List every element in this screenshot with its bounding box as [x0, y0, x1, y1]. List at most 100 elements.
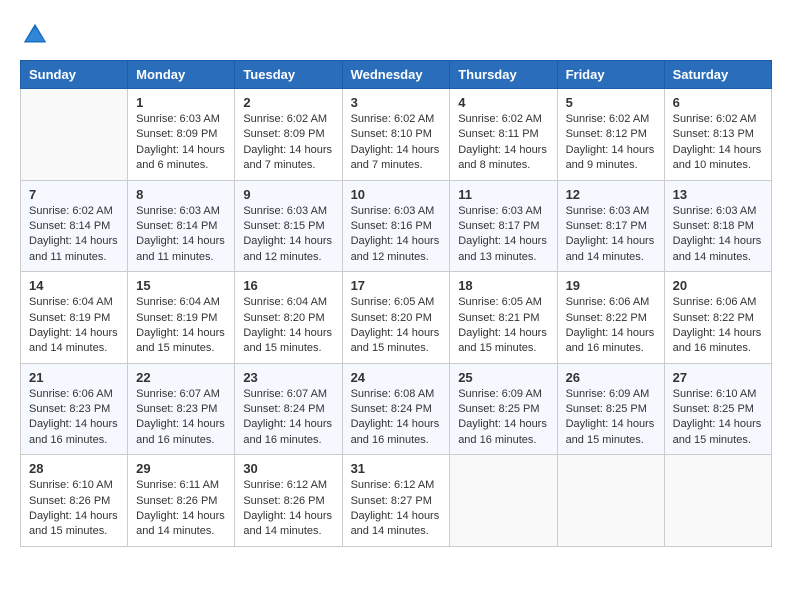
- daylight-text: Daylight: 14 hours and 7 minutes.: [243, 144, 332, 171]
- sunset-text: Sunset: 8:17 PM: [458, 220, 539, 232]
- sunset-text: Sunset: 8:26 PM: [29, 495, 110, 507]
- sunset-text: Sunset: 8:19 PM: [29, 312, 110, 324]
- sunrise-text: Sunrise: 6:06 AM: [566, 296, 650, 308]
- calendar-cell: 11Sunrise: 6:03 AMSunset: 8:17 PMDayligh…: [450, 180, 557, 272]
- calendar-cell: 4Sunrise: 6:02 AMSunset: 8:11 PMDaylight…: [450, 89, 557, 181]
- day-info: Sunrise: 6:02 AMSunset: 8:12 PMDaylight:…: [566, 112, 656, 174]
- sunset-text: Sunset: 8:22 PM: [673, 312, 754, 324]
- day-number: 6: [673, 95, 763, 110]
- sunrise-text: Sunrise: 6:10 AM: [673, 388, 757, 400]
- day-info: Sunrise: 6:06 AMSunset: 8:22 PMDaylight:…: [566, 295, 656, 357]
- day-info: Sunrise: 6:10 AMSunset: 8:26 PMDaylight:…: [29, 478, 119, 540]
- calendar-week-row: 7 Sunrise: 6:02 AM Sunset: 8:14 PM Daylight…: [21, 180, 772, 272]
- daylight-text: Daylight: 14 hours and 16 minutes.: [243, 418, 332, 445]
- sunset-text: Sunset: 8:21 PM: [458, 312, 539, 324]
- day-info: Sunrise: 6:03 AMSunset: 8:09 PMDaylight:…: [136, 112, 226, 174]
- calendar-cell: [557, 455, 664, 547]
- day-number: 17: [351, 278, 442, 293]
- sunrise-text: Sunrise: 6:07 AM: [136, 388, 220, 400]
- day-number: 13: [673, 187, 763, 202]
- daylight-text: Daylight: 14 hours and 12 minutes.: [243, 235, 332, 262]
- day-info: Sunrise: 6:02 AMSunset: 8:11 PMDaylight:…: [458, 112, 548, 174]
- sunrise-text: Sunrise: 6:02 AM: [29, 205, 113, 217]
- sunrise-text: Sunrise: 6:07 AM: [243, 388, 327, 400]
- day-info: Sunrise: 6:05 AMSunset: 8:20 PMDaylight:…: [351, 295, 442, 357]
- daylight-text: Daylight: 14 hours and 15 minutes.: [673, 418, 762, 445]
- daylight-text: Daylight: 14 hours and 15 minutes.: [458, 327, 547, 354]
- sunrise-text: Sunrise: 6:03 AM: [136, 205, 220, 217]
- sunrise-text: Sunrise: 6:03 AM: [243, 205, 327, 217]
- sunrise-text: Sunrise: 6:09 AM: [566, 388, 650, 400]
- calendar-cell: [450, 455, 557, 547]
- daylight-text: Daylight: 14 hours and 8 minutes.: [458, 144, 547, 171]
- sunrise-text: Sunrise: 6:04 AM: [136, 296, 220, 308]
- calendar-cell: 8Sunrise: 6:03 AMSunset: 8:14 PMDaylight…: [128, 180, 235, 272]
- day-number: 23: [243, 370, 333, 385]
- sunset-text: Sunset: 8:17 PM: [566, 220, 647, 232]
- sunrise-text: Sunrise: 6:03 AM: [673, 205, 757, 217]
- day-of-week-header: Friday: [557, 61, 664, 89]
- calendar-cell: 10Sunrise: 6:03 AMSunset: 8:16 PMDayligh…: [342, 180, 450, 272]
- sunrise-text: Sunrise: 6:03 AM: [458, 205, 542, 217]
- sunset-text: Sunset: 8:20 PM: [243, 312, 324, 324]
- calendar-cell: 3Sunrise: 6:02 AMSunset: 8:10 PMDaylight…: [342, 89, 450, 181]
- sunset-text: Sunset: 8:23 PM: [136, 403, 217, 415]
- sunset-text: Sunset: 8:25 PM: [673, 403, 754, 415]
- day-number: 20: [673, 278, 763, 293]
- sunrise-text: Sunrise: 6:08 AM: [351, 388, 435, 400]
- daylight-text: Daylight: 14 hours and 16 minutes.: [673, 327, 762, 354]
- sunset-text: Sunset: 8:26 PM: [243, 495, 324, 507]
- sunset-text: Sunset: 8:09 PM: [243, 128, 324, 140]
- calendar-cell: 18Sunrise: 6:05 AMSunset: 8:21 PMDayligh…: [450, 272, 557, 364]
- calendar-cell: [21, 89, 128, 181]
- day-of-week-header: Thursday: [450, 61, 557, 89]
- sunset-text: Sunset: 8:23 PM: [29, 403, 110, 415]
- day-number: 12: [566, 187, 656, 202]
- daylight-text: Daylight: 14 hours and 9 minutes.: [566, 144, 655, 171]
- calendar-cell: 6 Sunrise: 6:02 AMSunset: 8:13 PMDaylight…: [664, 89, 771, 181]
- calendar-cell: 19Sunrise: 6:06 AMSunset: 8:22 PMDayligh…: [557, 272, 664, 364]
- daylight-text: Daylight: 14 hours and 14 minutes.: [29, 327, 118, 354]
- sunset-text: Sunset: 8:24 PM: [351, 403, 432, 415]
- day-number: 8: [136, 187, 226, 202]
- sunrise-text: Sunrise: 6:03 AM: [566, 205, 650, 217]
- sunset-text: Sunset: 8:16 PM: [351, 220, 432, 232]
- sunrise-text: Sunrise: 6:02 AM: [566, 113, 650, 125]
- day-of-week-header: Saturday: [664, 61, 771, 89]
- day-number: 1: [136, 95, 226, 110]
- day-info: Sunrise: 6:02 AM Sunset: 8:14 PM Daylight:…: [29, 204, 119, 266]
- calendar-cell: 12 Sunrise: 6:03 AM Sunset: 8:17 PM Dayligh…: [557, 180, 664, 272]
- daylight-text: Daylight: 14 hours and 16 minutes.: [351, 418, 440, 445]
- sunrise-text: Sunrise: 6:02 AM: [458, 113, 542, 125]
- sunrise-text: Sunrise: 6:02 AM: [673, 113, 757, 125]
- day-info: Sunrise: 6:02 AMSunset: 8:13 PMDaylight:…: [673, 112, 763, 174]
- calendar-week-row: 21Sunrise: 6:06 AMSunset: 8:23 PMDayligh…: [21, 363, 772, 455]
- sunrise-text: Sunrise: 6:10 AM: [29, 479, 113, 491]
- daylight-text: Daylight: 14 hours and 16 minutes.: [29, 418, 118, 445]
- sunset-text: Sunset: 8:25 PM: [458, 403, 539, 415]
- day-number: 27: [673, 370, 763, 385]
- sunset-text: Sunset: 8:09 PM: [136, 128, 217, 140]
- day-number: 7: [29, 187, 119, 202]
- daylight-text: Daylight: 14 hours and 15 minutes.: [136, 327, 225, 354]
- calendar-cell: 30Sunrise: 6:12 AMSunset: 8:26 PMDayligh…: [235, 455, 342, 547]
- sunset-text: Sunset: 8:14 PM: [29, 220, 110, 232]
- day-number: 25: [458, 370, 548, 385]
- sunrise-text: Sunrise: 6:02 AM: [243, 113, 327, 125]
- logo: [20, 20, 54, 50]
- daylight-text: Daylight: 14 hours and 14 minutes.: [566, 235, 655, 262]
- sunrise-text: Sunrise: 6:09 AM: [458, 388, 542, 400]
- daylight-text: Daylight: 14 hours and 11 minutes.: [29, 235, 118, 262]
- calendar-cell: 13Sunrise: 6:03 AMSunset: 8:18 PMDayligh…: [664, 180, 771, 272]
- sunset-text: Sunset: 8:22 PM: [566, 312, 647, 324]
- sunset-text: Sunset: 8:18 PM: [673, 220, 754, 232]
- day-info: Sunrise: 6:02 AMSunset: 8:10 PMDaylight:…: [351, 112, 442, 174]
- calendar-table: SundayMondayTuesdayWednesdayThursdayFrid…: [20, 60, 772, 547]
- day-of-week-header: Sunday: [21, 61, 128, 89]
- day-info: Sunrise: 6:02 AM Sunset: 8:09 PM Daylight:…: [243, 112, 333, 174]
- day-info: Sunrise: 6:07 AMSunset: 8:23 PMDaylight:…: [136, 387, 226, 449]
- calendar-cell: 15Sunrise: 6:04 AMSunset: 8:19 PMDayligh…: [128, 272, 235, 364]
- day-number: 30: [243, 461, 333, 476]
- calendar-cell: 22Sunrise: 6:07 AMSunset: 8:23 PMDayligh…: [128, 363, 235, 455]
- calendar-cell: 16Sunrise: 6:04 AMSunset: 8:20 PMDayligh…: [235, 272, 342, 364]
